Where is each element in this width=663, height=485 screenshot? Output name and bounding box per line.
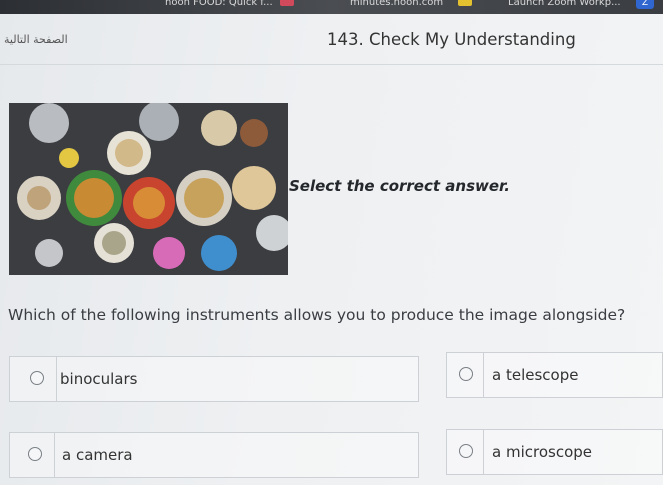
option-label: binoculars <box>60 370 138 388</box>
option-divider <box>56 357 57 401</box>
header: الصفحة التالية 143. Check My Understandi… <box>0 24 663 64</box>
browser-tab-bar: noon FOOD: Quick f... minutes.noon.com L… <box>0 0 663 14</box>
option-label: a microscope <box>492 443 592 461</box>
option-label: a camera <box>62 446 133 464</box>
radio-button[interactable] <box>28 447 42 461</box>
tab-favicon <box>280 0 294 6</box>
zoom-icon[interactable]: Z <box>636 0 654 9</box>
question-text: Which of the following instruments allow… <box>8 306 626 324</box>
browser-tab-zoom[interactable]: Launch Zoom Workp... <box>508 0 621 9</box>
arabic-nav-label[interactable]: الصفحة التالية <box>4 33 68 46</box>
option-divider <box>54 433 55 477</box>
food-table-illustration <box>9 103 288 275</box>
browser-tab-noon-food[interactable]: noon FOOD: Quick f... <box>165 0 273 9</box>
radio-button[interactable] <box>459 444 473 458</box>
radio-button[interactable] <box>459 367 473 381</box>
option-label: a telescope <box>492 366 579 384</box>
option-divider <box>483 430 484 474</box>
answer-option-microscope[interactable]: a microscope <box>446 429 663 475</box>
instruction-text: Select the correct answer. <box>289 177 510 195</box>
food-table-photo <box>9 103 288 275</box>
option-divider <box>483 353 484 397</box>
answer-option-telescope[interactable]: a telescope <box>446 352 663 398</box>
tab-favicon <box>458 0 472 6</box>
page-title: 143. Check My Understanding <box>327 30 576 49</box>
browser-tab-minutes[interactable]: minutes.noon.com <box>350 0 443 9</box>
answer-option-binoculars[interactable]: binoculars <box>9 356 419 402</box>
radio-button[interactable] <box>30 371 44 385</box>
divider <box>0 64 663 65</box>
answer-option-camera[interactable]: a camera <box>9 432 419 478</box>
